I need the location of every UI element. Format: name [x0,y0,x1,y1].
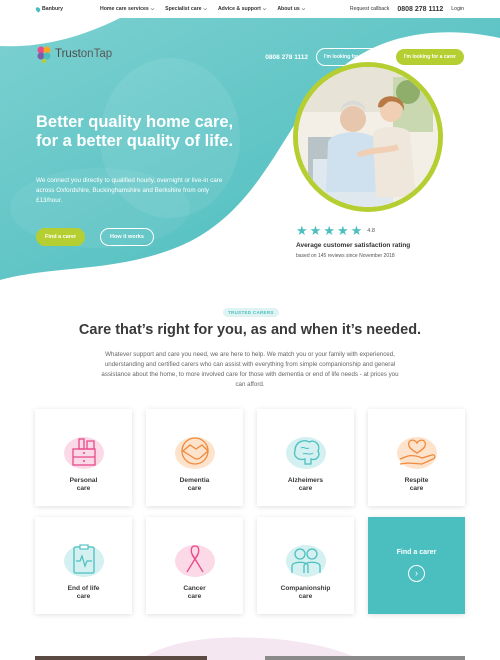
logo-text-ontap: onTap [80,48,113,60]
rating-stars: ★ ★ ★ ★ ★ 4.8 [296,224,410,237]
star-icon: ★ [350,223,363,238]
card-end-of-life-care[interactable]: End of life care [35,517,132,614]
card-cancer-care[interactable]: Cancer care [146,517,243,614]
hero-photo-frame [293,62,443,212]
card-label-line2: care [187,593,202,600]
ribbon-icon [170,539,220,579]
top-bar: Banbury Home care services ⌵ Specialist c… [0,0,500,18]
heart-monitor-icon [59,539,109,579]
bottom-images-strip [35,637,465,660]
card-alzheimers-care[interactable]: Alzheimers care [257,409,354,506]
card-label-line2: care [76,485,91,492]
card-label-line1: Dementia [179,477,210,484]
card-personal-care[interactable]: Personal care [35,409,132,506]
handshake-icon [170,431,220,471]
star-icon: ★ [336,223,349,238]
brain-icon [281,431,331,471]
logo-text-trust: Trust [55,48,81,60]
card-label-line1: Respite [404,477,429,484]
heart-hand-icon [392,431,442,471]
logo-mark-icon [37,46,51,64]
login-link[interactable]: Login [451,6,464,12]
carer-and-elderly-woman-photo [298,67,438,207]
location-pin-icon [34,5,42,13]
section-tag: TRUSTED CARERS [223,308,279,317]
looking-for-carer-button[interactable]: I'm looking for a carer [395,49,464,65]
chevron-right-icon: › [408,565,425,582]
chevron-down-icon: ⌵ [150,6,155,11]
card-label-line1: End of life [67,585,100,592]
location-selector[interactable]: Banbury [34,5,64,13]
location-label: Banbury [42,6,64,12]
card-companionship-care[interactable]: Companionship care [257,517,354,614]
card-dementia-care[interactable]: Dementia care [146,409,243,506]
logo[interactable]: TrustonTap [36,44,112,64]
request-callback-link[interactable]: Request callback [350,6,390,12]
menu-item-specialist-care[interactable]: Specialist care ⌵ [165,6,207,12]
card-label: Dementia care [180,477,210,493]
card-label-line1: Companionship [280,585,331,592]
main-menu: Home care services ⌵ Specialist care ⌵ Adv… [100,6,305,12]
card-label-line2: care [298,485,313,492]
find-carer-label: Find a carer [396,549,437,556]
top-bar-right: Request callback 0808 278 1112 Login [350,6,464,13]
menu-item-advice[interactable]: Advice & support ⌵ [218,6,266,12]
card-label-line1: Personal [69,477,98,484]
menu-item-label: Advice & support [217,6,261,12]
card-label: Alzheimers care [288,477,323,493]
card-label: Respite care [405,477,429,493]
card-label: Cancer care [183,585,205,601]
star-icon: ★ [296,223,308,238]
top-phone-number[interactable]: 0808 278 1112 [397,6,443,13]
card-label-line1: Alzheimers [287,477,324,484]
star-icon: ★ [309,223,322,238]
card-label-line2: care [76,593,91,600]
star-icon: ★ [323,223,335,238]
card-label: Companionship care [281,585,331,601]
menu-item-label: Home care services [100,6,149,12]
rating-score: 4.8 [367,227,375,234]
header-phone-number[interactable]: 0808 278 1112 [265,54,308,61]
card-label-line1: Cancer [183,585,206,592]
nightstand-icon [59,431,109,471]
hero-intro: We connect you directly to qualified hou… [36,177,223,204]
menu-item-about[interactable]: About us ⌵ [277,6,305,12]
find-a-carer-button[interactable]: Find a carer [36,228,86,246]
card-label: End of life care [68,585,100,601]
menu-item-label: Specialist care [165,6,202,12]
card-find-a-carer[interactable]: Find a carer › [368,517,465,614]
card-label-line2: care [187,485,202,492]
chevron-down-icon: ⌵ [203,6,207,11]
card-label: Personal care [70,477,98,493]
hero-photo [298,67,438,207]
chevron-down-icon: ⌵ [262,6,267,11]
menu-item-label: About us [277,6,300,12]
menu-item-home-care[interactable]: Home care services ⌵ [100,6,154,12]
chevron-down-icon: ⌵ [301,6,306,11]
rating-block: ★ ★ ★ ★ ★ 4.8 Average customer satisfact… [296,224,410,259]
section-title: Care that’s right for you, as and when i… [78,322,422,338]
card-label-line2: care [298,593,313,600]
hero-title: Better quality home care, for a better q… [36,113,234,150]
card-respite-care[interactable]: Respite care [368,409,465,506]
rating-subtitle: based on 145 reviews since November 2018 [296,253,395,259]
section-text: Whatever support and care you need, we a… [101,351,399,388]
couple-icon [281,539,331,579]
card-label-line2: care [409,485,424,492]
how-it-works-button[interactable]: How it works [100,228,154,246]
rating-title: Average customer satisfaction rating [296,242,411,249]
